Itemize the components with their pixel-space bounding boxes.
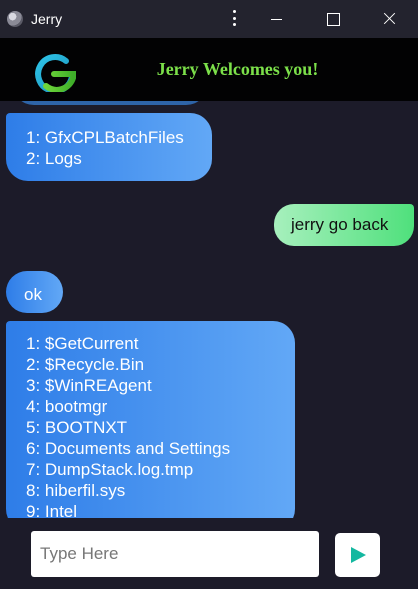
message-line: 2: Logs [26,149,82,168]
window-title: Jerry [31,11,63,27]
bot-message: ok [6,271,63,313]
chat-log[interactable]: 1: GfxCPLBatchFiles 2: Logs jerry go bac… [0,101,418,518]
maximize-button[interactable] [305,0,361,38]
message-line: 9: Intel [26,502,78,518]
g-logo-icon [35,54,76,92]
message-bubble-partial [12,101,208,105]
message-line: 3: $WinREAgent [26,376,152,395]
message-line: 8: hiberfil.sys [26,481,126,500]
title-bar: Jerry [0,0,418,38]
message-line: 7: DumpStack.log.tmp [26,460,194,479]
app-header: Jerry Welcomes you! [0,38,418,101]
bot-message: 1: GfxCPLBatchFiles 2: Logs [6,113,212,181]
more-menu-icon[interactable] [229,8,239,28]
send-button[interactable] [335,533,380,577]
message-line: 6: Documents and Settings [26,439,231,458]
welcome-heading: Jerry Welcomes you! [156,59,319,79]
composer-bar [0,518,418,589]
bot-message: 1: $GetCurrent 2: $Recycle.Bin 3: $WinRE… [6,321,295,518]
message-line: 4: bootmgr [26,397,108,416]
message-line: 2: $Recycle.Bin [26,355,145,374]
message-line: 1: $GetCurrent [26,334,139,353]
message-line: 5: BOOTNXT [26,418,128,437]
close-button[interactable] [362,0,418,38]
minimize-button[interactable] [249,0,305,38]
message-input[interactable] [31,531,319,577]
message-line: 1: GfxCPLBatchFiles [26,128,184,147]
globe-icon [7,11,23,27]
user-message: jerry go back [274,204,414,246]
send-play-icon [351,547,366,563]
